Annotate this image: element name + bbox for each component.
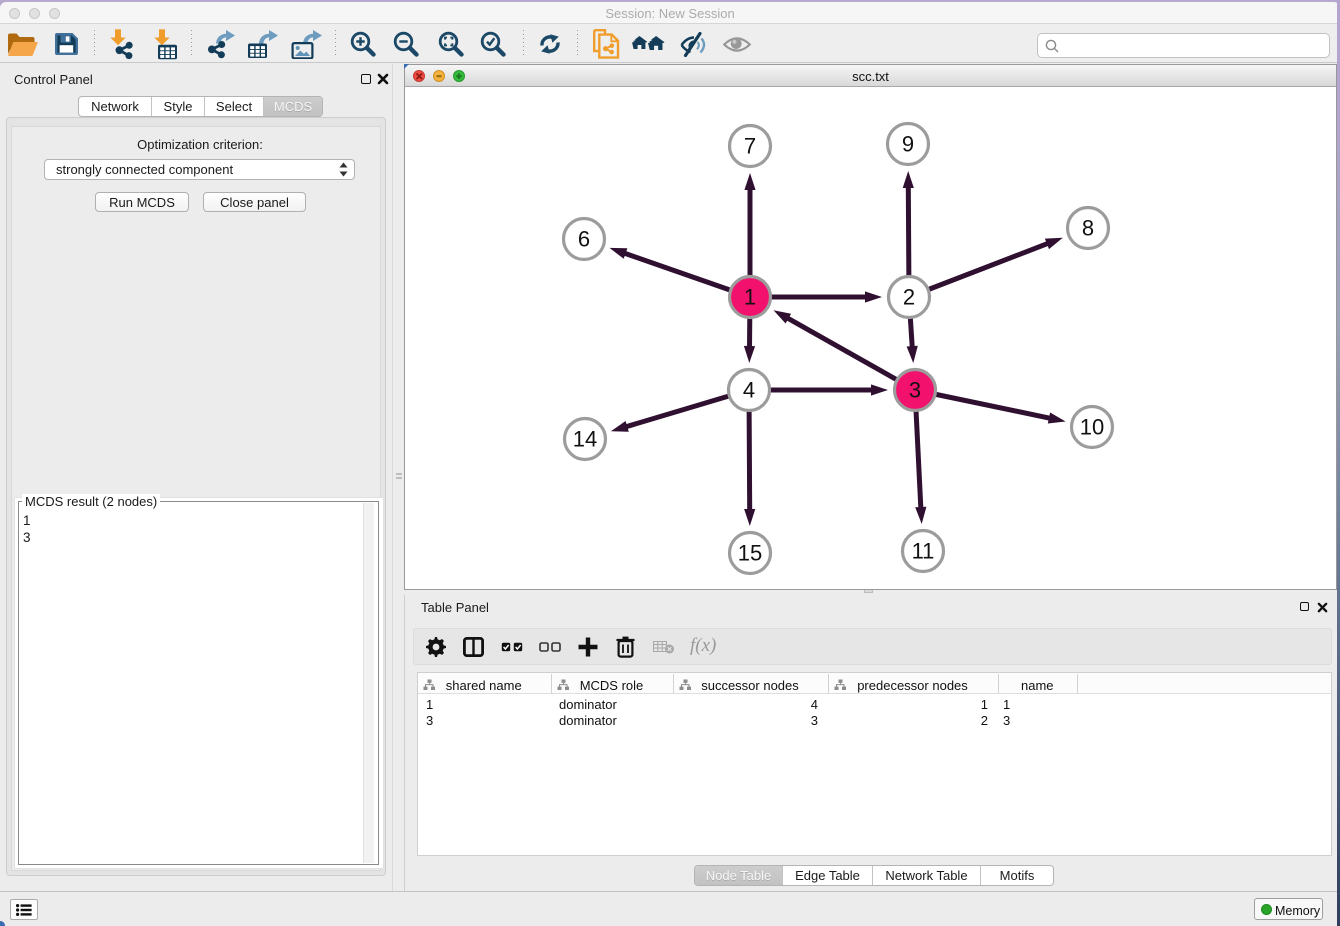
svg-text:6: 6 — [578, 227, 590, 252]
svg-text:8: 8 — [1082, 216, 1094, 241]
svg-text:10: 10 — [1080, 415, 1104, 440]
svg-text:9: 9 — [902, 132, 914, 157]
svg-text:3: 3 — [909, 378, 921, 403]
svg-text:7: 7 — [744, 134, 756, 159]
svg-text:15: 15 — [738, 541, 762, 566]
svg-text:2: 2 — [903, 285, 915, 310]
svg-text:11: 11 — [912, 539, 935, 564]
svg-text:1: 1 — [744, 285, 756, 310]
svg-text:14: 14 — [573, 427, 597, 452]
svg-text:4: 4 — [743, 378, 755, 403]
